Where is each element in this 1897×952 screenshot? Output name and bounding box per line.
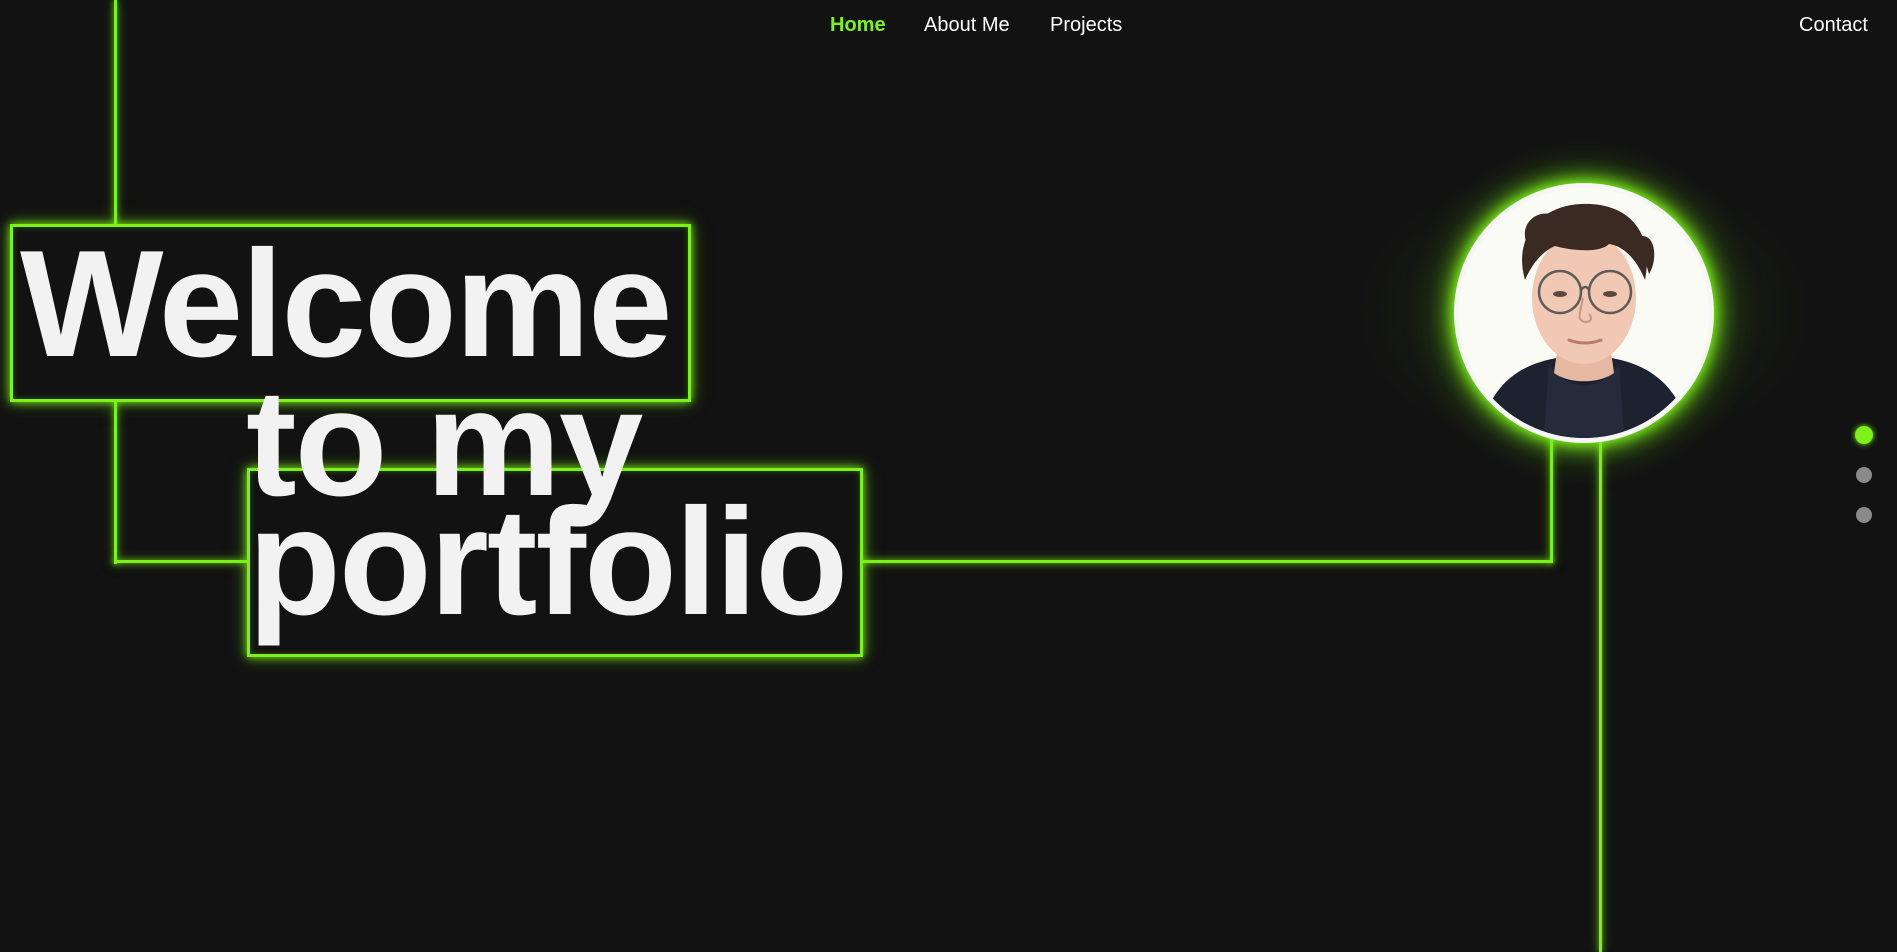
portfolio-page: Home About Me Projects Contact Welcome t… xyxy=(0,0,1897,952)
nav-contact-link[interactable]: Contact xyxy=(1799,11,1868,39)
nav-projects-link[interactable]: Projects xyxy=(1050,11,1122,39)
neon-line-center-horizontal xyxy=(860,560,1553,563)
section-dot-1[interactable] xyxy=(1855,426,1873,444)
neon-line-left-vertical xyxy=(114,400,117,564)
top-nav: Home About Me Projects Contact xyxy=(0,11,1897,39)
nav-about-link[interactable]: About Me xyxy=(924,11,1010,39)
neon-line-right-vertical xyxy=(1599,440,1602,952)
section-dot-2[interactable] xyxy=(1856,467,1872,483)
neon-line-left-horizontal xyxy=(114,560,248,563)
hero-portfolio-text: portfolio xyxy=(248,477,848,647)
neon-line-top-vertical xyxy=(114,0,117,226)
section-dot-3[interactable] xyxy=(1856,507,1872,523)
profile-avatar xyxy=(1454,183,1714,443)
profile-photo-icon xyxy=(1459,188,1709,438)
nav-home-link[interactable]: Home xyxy=(830,11,886,39)
